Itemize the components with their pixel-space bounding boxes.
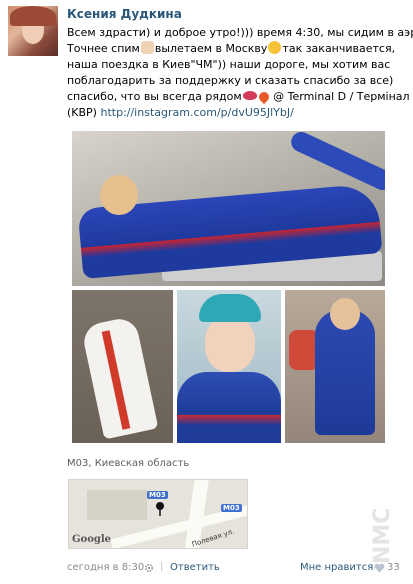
photo-thumb-2[interactable]	[177, 290, 281, 443]
post-footer: сегодня в 8:30 | Ответить Мне нравится 3…	[67, 561, 400, 576]
footer-separator: |	[160, 561, 164, 572]
lips-emoji-icon	[242, 91, 257, 100]
reply-button[interactable]: Ответить	[170, 562, 220, 573]
author-avatar[interactable]	[8, 6, 58, 56]
post-text-line-5b: @ Terminal D / Термінал D	[269, 90, 413, 103]
post-text-line-3: наша поездка в Киев"ЧМ")) наши дороге, м…	[67, 58, 391, 71]
road-badge: M03	[221, 504, 242, 512]
post-text-line-4: поблагодарить за поддержку и сказать спа…	[67, 74, 394, 87]
like-button[interactable]: Мне нравится	[300, 562, 373, 573]
post-text-line-2b: вылетаем в Москву	[154, 42, 268, 55]
post-text-line-2a: Точнее спим	[67, 42, 140, 55]
post-text: Всем здрасти) и доброе утро!))) время 4:…	[67, 25, 413, 121]
post-text-line-1: Всем здрасти) и доброе утро!))) время 4:…	[67, 26, 413, 39]
post-text-line-6: (KBP)	[67, 106, 101, 119]
photo-thumb-3[interactable]	[285, 290, 385, 443]
photo-main[interactable]	[72, 131, 385, 286]
post-date[interactable]: сегодня в 8:30	[67, 562, 144, 573]
location-map[interactable]: M03 M03 Полевая ул. Google	[68, 479, 248, 549]
smile-emoji-icon	[268, 41, 282, 54]
author-name-link[interactable]: Ксения Дудкина	[67, 7, 182, 21]
instagram-link[interactable]: http://instagram.com/p/dvU95JlYbJ/	[100, 106, 293, 119]
thumbs-up-emoji-icon	[140, 41, 154, 54]
post-text-line-5a: спасибо, что вы всегда рядом	[67, 90, 242, 103]
watermark-logo: NMC	[370, 507, 395, 564]
google-logo: Google	[72, 534, 112, 545]
post-text-line-2c: так заканчивается,	[282, 42, 396, 55]
heart-icon[interactable]	[374, 563, 385, 573]
road-badge: M03	[147, 491, 168, 499]
map-pin-icon	[156, 502, 164, 516]
heart-emoji-icon	[256, 89, 271, 105]
gear-icon[interactable]	[144, 563, 154, 573]
location-label: M03, Киевская область	[67, 458, 190, 469]
photo-thumb-1[interactable]	[72, 290, 173, 443]
